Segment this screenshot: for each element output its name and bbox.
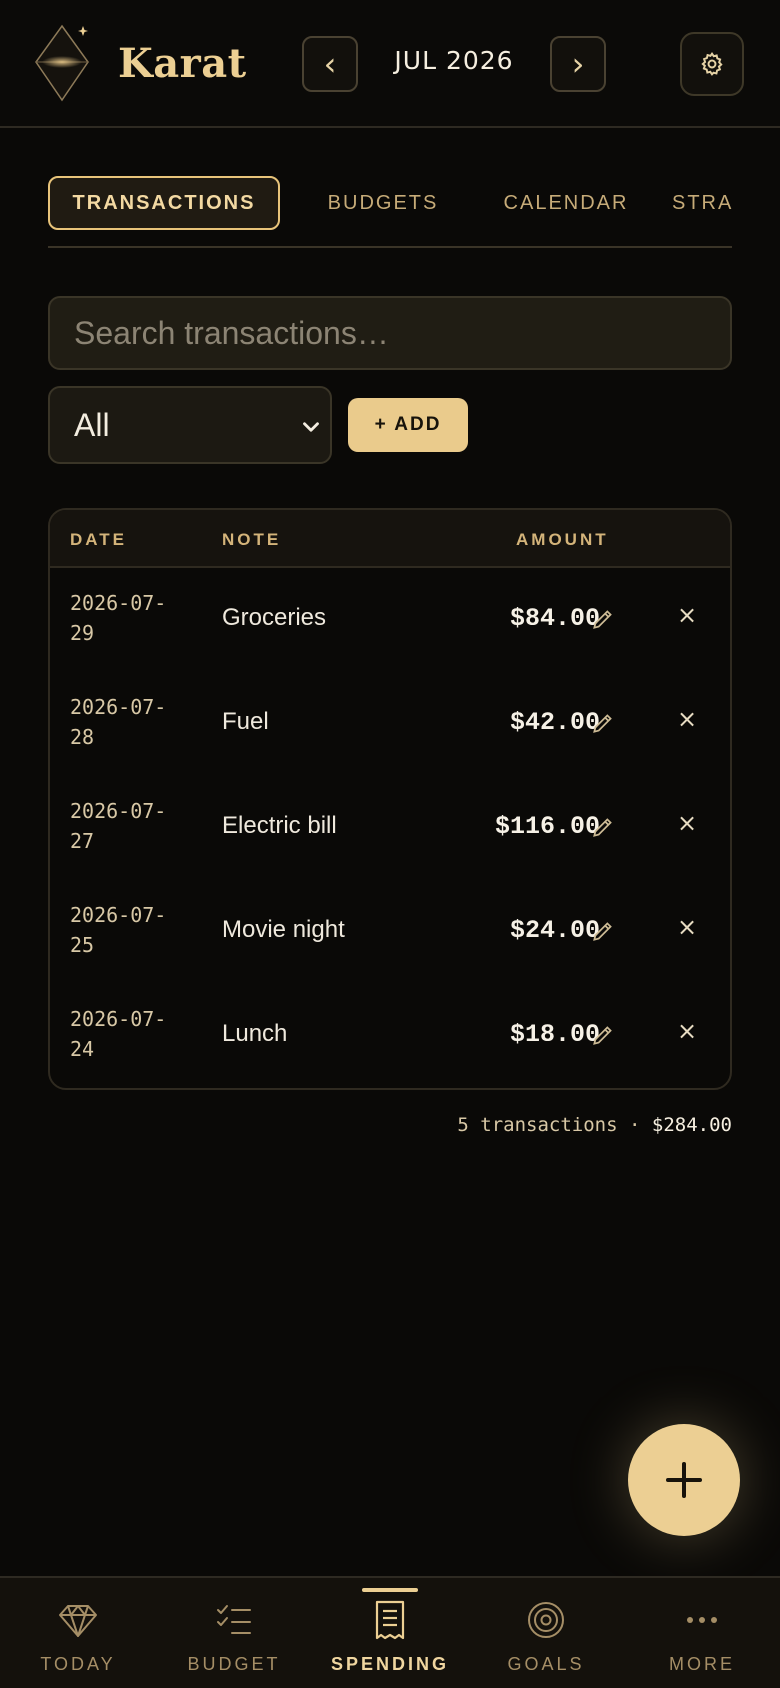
edit-pencil-icon[interactable] [590, 814, 616, 840]
delete-icon[interactable]: × [670, 702, 704, 736]
plus-icon [666, 1462, 702, 1498]
table-header: DATE NOTE AMOUNT [50, 510, 730, 568]
summary-separator: · [629, 1114, 641, 1136]
target-icon [528, 1602, 564, 1638]
search-input[interactable]: Search transactions… [48, 296, 732, 370]
row-note: Movie night [222, 916, 345, 943]
settings-button[interactable] [680, 32, 744, 96]
row-date: 2026-07-24 [70, 1007, 167, 1061]
row-note: Lunch [222, 1020, 288, 1047]
nav-label: SPENDING [330, 1654, 450, 1674]
active-indicator [362, 1588, 418, 1592]
row-date: 2026-07-27 [70, 799, 167, 853]
row-date: 2026-07-28 [70, 695, 167, 749]
row-amount: $84.00 [509, 604, 600, 633]
delete-icon[interactable]: × [670, 806, 704, 840]
add-transaction-button[interactable]: + ADD [348, 398, 468, 452]
row-amount: $116.00 [494, 812, 600, 841]
table-row[interactable]: 2026-07-24 Lunch $18.00 × [50, 984, 730, 1088]
app-header: Karat ‹ JUL 2026 › [0, 0, 780, 128]
prev-month-button[interactable]: ‹ [302, 36, 358, 92]
tab-strat[interactable]: STRAT [672, 176, 732, 230]
nav-item-spending[interactable]: SPENDING [312, 1578, 468, 1688]
nav-label: BUDGET [187, 1654, 281, 1674]
tab-calendar[interactable]: CALENDAR [476, 176, 656, 230]
row-date: 2026-07-25 [70, 903, 167, 957]
transactions-table: DATE NOTE AMOUNT 2026-07-29 Groceries $8… [48, 508, 732, 1090]
current-month: JUL 2026 [394, 46, 514, 75]
tab-budgets[interactable]: BUDGETS [306, 176, 460, 230]
section-tabs: TRANSACTIONS BUDGETS CALENDAR STRAT [48, 174, 732, 248]
nav-label: GOALS [507, 1654, 585, 1674]
row-date: 2026-07-29 [70, 591, 167, 645]
row-amount: $24.00 [509, 916, 600, 945]
nav-item-budget[interactable]: BUDGET [156, 1578, 312, 1688]
row-note: Electric bill [222, 812, 337, 839]
nav-item-more[interactable]: MORE [624, 1578, 780, 1688]
next-month-button[interactable]: › [550, 36, 606, 92]
column-header-date: DATE [70, 530, 128, 549]
delete-icon[interactable]: × [670, 598, 704, 632]
gear-icon [701, 52, 723, 76]
add-fab-button[interactable] [628, 1424, 740, 1536]
diamond-icon [59, 1605, 97, 1637]
app-title: Karat [118, 40, 247, 87]
receipt-icon [375, 1600, 405, 1640]
nav-label: TODAY [40, 1654, 116, 1674]
table-row[interactable]: 2026-07-28 Fuel $42.00 × [50, 672, 730, 776]
logo-diamond-icon [35, 24, 89, 102]
edit-pencil-icon[interactable] [590, 1022, 616, 1048]
transaction-count: 5 transactions [457, 1114, 618, 1136]
filter-selected-value: All [74, 406, 110, 443]
transaction-total: $284.00 [651, 1114, 732, 1136]
category-filter-select[interactable]: All [48, 386, 332, 464]
nav-item-today[interactable]: TODAY [0, 1578, 156, 1688]
nav-item-goals[interactable]: GOALS [468, 1578, 624, 1688]
column-header-note: NOTE [222, 530, 282, 549]
row-amount: $18.00 [509, 1020, 600, 1049]
table-row[interactable]: 2026-07-27 Electric bill $116.00 × [50, 776, 730, 880]
tab-transactions[interactable]: TRANSACTIONS [48, 176, 280, 230]
nav-label: MORE [669, 1654, 735, 1674]
row-amount: $42.00 [509, 708, 600, 737]
edit-pencil-icon[interactable] [590, 606, 616, 632]
chevron-right-icon: › [571, 45, 585, 83]
checklist-icon [217, 1605, 251, 1634]
row-note: Fuel [222, 708, 269, 735]
transactions-summary: 5 transactions · $284.00 [457, 1114, 732, 1136]
table-row[interactable]: 2026-07-29 Groceries $84.00 × [50, 568, 730, 672]
table-row[interactable]: 2026-07-25 Movie night $24.00 × [50, 880, 730, 984]
bottom-navigation: TODAY BUDGET SPENDING GOALS MORE [0, 1576, 780, 1688]
row-note: Groceries [222, 604, 327, 631]
chevron-down-icon [303, 422, 319, 432]
delete-icon[interactable]: × [670, 1014, 704, 1048]
delete-icon[interactable]: × [670, 910, 704, 944]
chevron-left-icon: ‹ [323, 45, 337, 83]
column-header-amount: AMOUNT [516, 530, 609, 549]
more-icon [687, 1617, 717, 1623]
edit-pencil-icon[interactable] [590, 918, 616, 944]
edit-pencil-icon[interactable] [590, 710, 616, 736]
